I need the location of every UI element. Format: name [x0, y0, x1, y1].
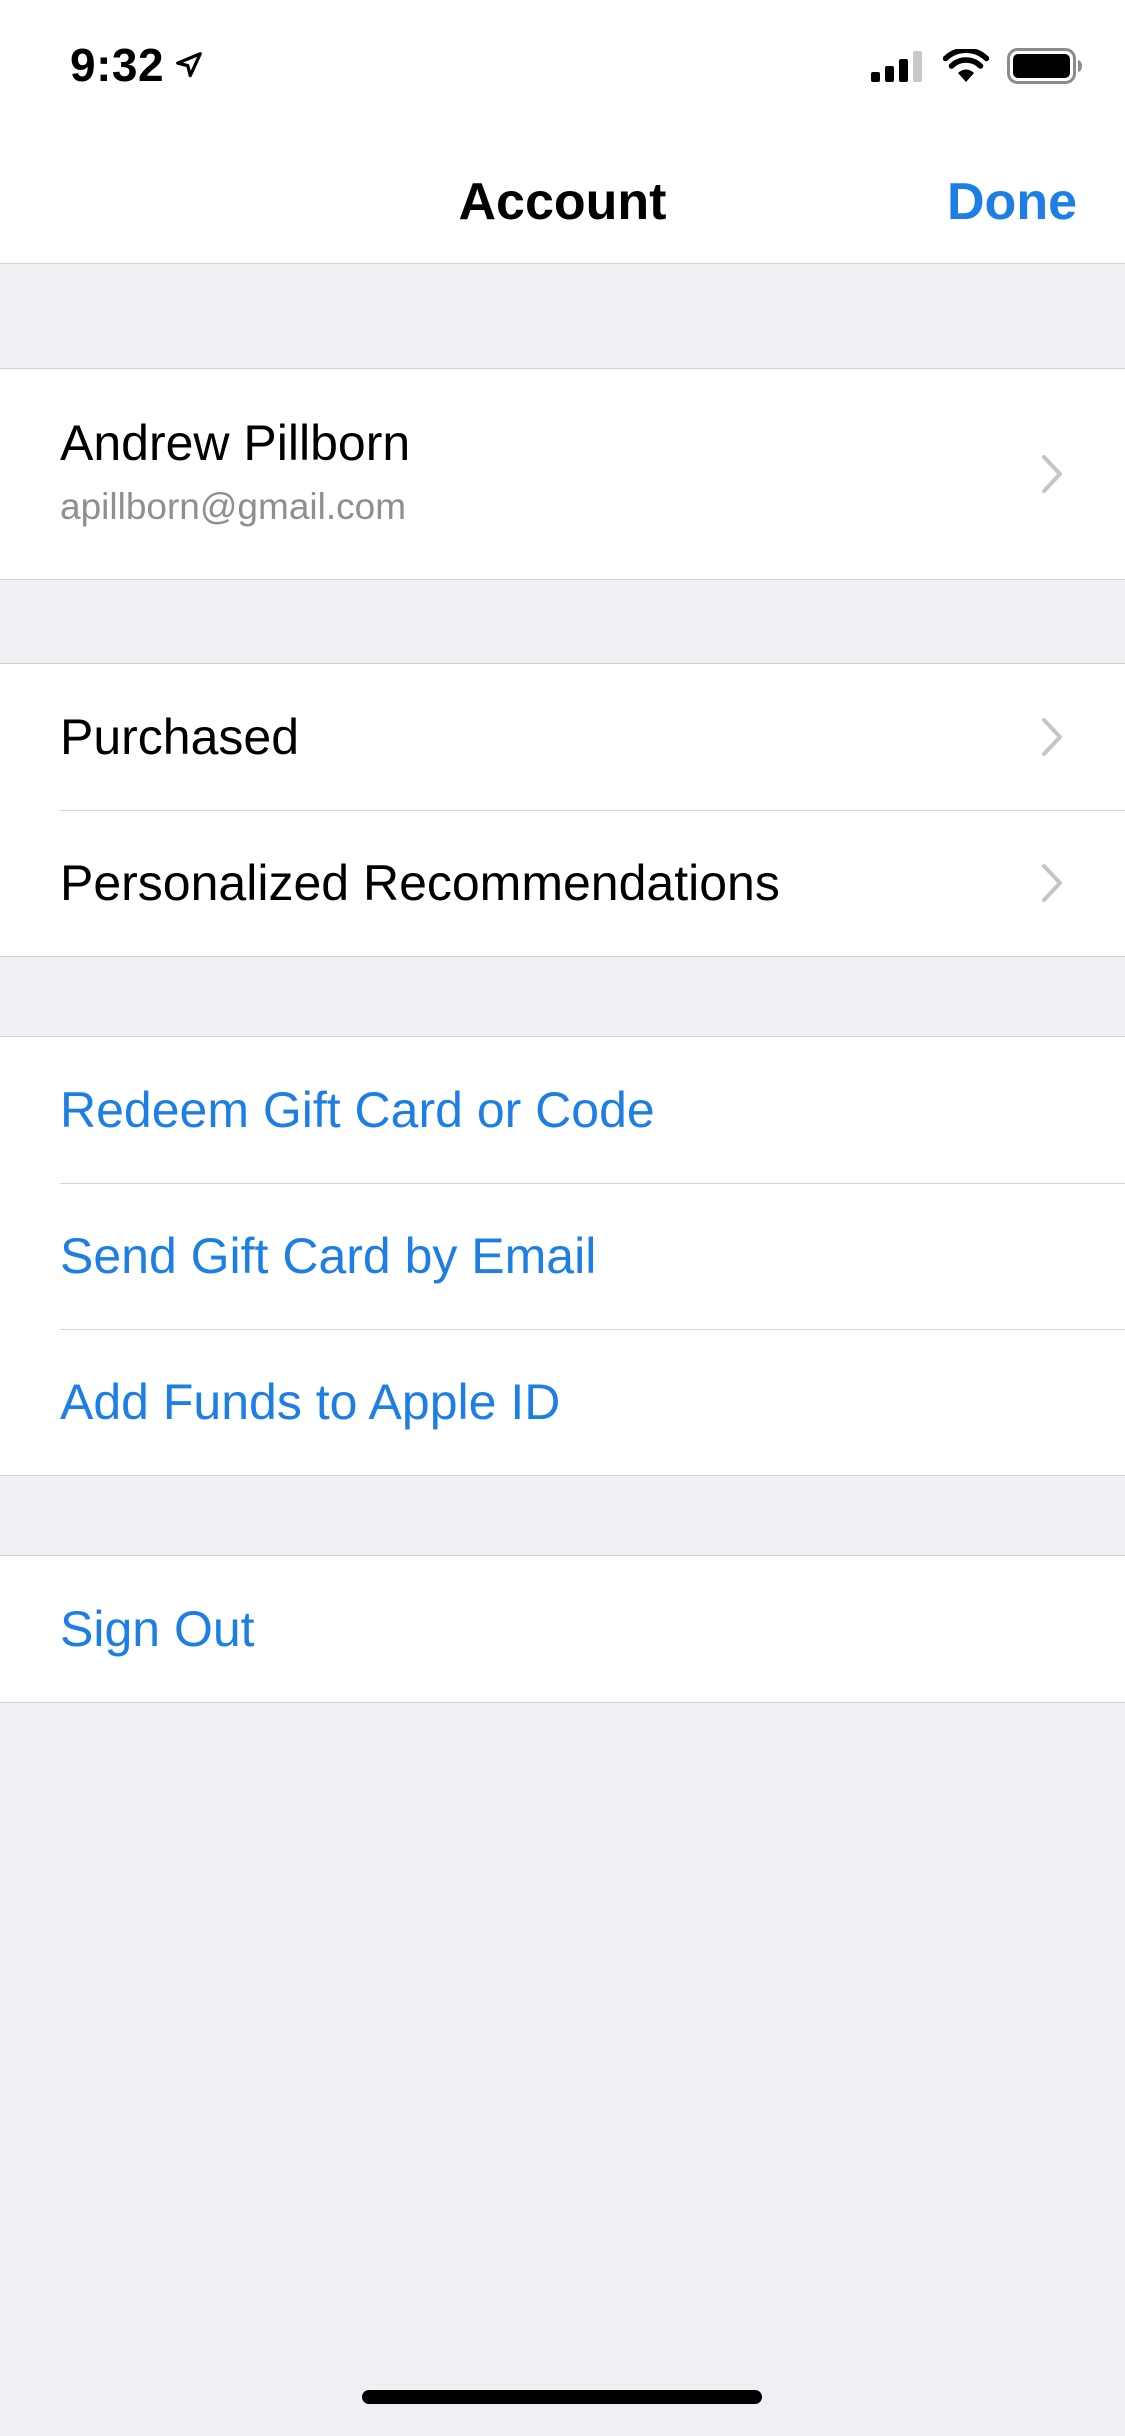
nav-bar: Account Done	[0, 132, 1125, 264]
cellular-signal-icon	[871, 50, 925, 87]
location-arrow-icon	[176, 52, 202, 78]
account-row[interactable]: Andrew Pillborn apillborn@gmail.com	[0, 369, 1125, 579]
battery-icon	[1007, 48, 1083, 89]
purchased-row[interactable]: Purchased	[0, 664, 1125, 810]
wifi-icon	[942, 47, 990, 88]
sign-out-button: Sign Out	[60, 1601, 255, 1657]
chevron-right-icon	[1042, 718, 1062, 756]
purchased-label: Purchased	[60, 709, 300, 765]
add-funds-link: Add Funds to Apple ID	[60, 1374, 561, 1430]
store-group: Purchased Personalized Recommendations	[0, 663, 1125, 957]
personalized-recommendations-label: Personalized Recommendations	[60, 855, 780, 911]
account-email: apillborn@gmail.com	[60, 486, 407, 527]
add-funds-row[interactable]: Add Funds to Apple ID	[0, 1329, 1125, 1475]
send-gift-card-link: Send Gift Card by Email	[60, 1228, 597, 1284]
signout-group: Sign Out	[0, 1555, 1125, 1703]
done-button[interactable]: Done	[947, 172, 1077, 232]
account-name: Andrew Pillborn	[60, 415, 411, 471]
time-label: 9:32	[70, 39, 165, 91]
sign-out-row[interactable]: Sign Out	[0, 1556, 1125, 1702]
home-indicator[interactable]	[362, 2390, 762, 2404]
send-gift-card-row[interactable]: Send Gift Card by Email	[0, 1183, 1125, 1329]
gift-group: Redeem Gift Card or Code Send Gift Card …	[0, 1036, 1125, 1476]
chevron-right-icon	[1042, 455, 1062, 493]
chevron-right-icon	[1042, 864, 1062, 902]
status-icons	[853, 47, 1083, 89]
redeem-gift-card-row[interactable]: Redeem Gift Card or Code	[0, 1037, 1125, 1183]
status-time: 9:32	[70, 38, 204, 92]
status-bar: 9:32	[0, 0, 1125, 132]
personalized-recommendations-row[interactable]: Personalized Recommendations	[0, 810, 1125, 956]
redeem-gift-card-link: Redeem Gift Card or Code	[60, 1082, 655, 1138]
account-group: Andrew Pillborn apillborn@gmail.com	[0, 368, 1125, 580]
